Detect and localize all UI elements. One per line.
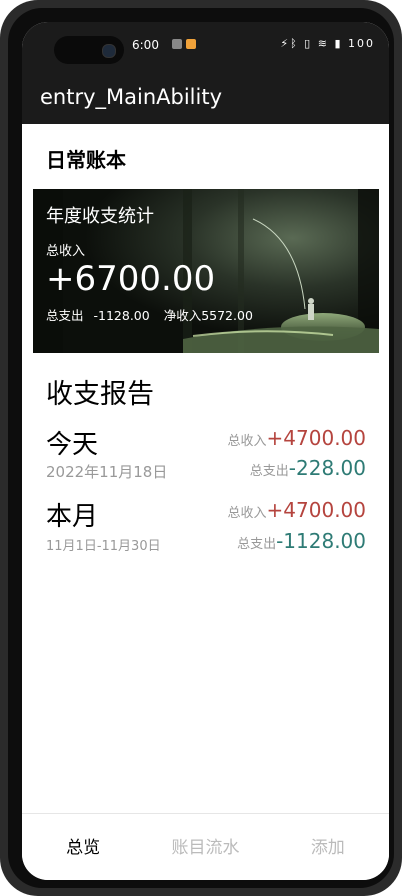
today-income-label: 总收入 bbox=[227, 434, 267, 449]
today-expense-value: -228.00 bbox=[288, 456, 366, 480]
app-notification-icon bbox=[186, 39, 196, 49]
screen: 6:00 ⚡ᛒ ▯ ≋ ▮ 100 entry_MainAbility 日常账本 bbox=[22, 22, 389, 880]
today-income-value: +4700.00 bbox=[266, 426, 366, 450]
month-income: 总收入+4700.00 bbox=[228, 498, 366, 522]
net-income-value: 5572.00 bbox=[201, 308, 253, 323]
tab-transactions[interactable]: 账目流水 bbox=[144, 814, 266, 880]
today-expense: 总支出-228.00 bbox=[250, 456, 366, 480]
today-expense-label: 总支出 bbox=[249, 464, 289, 479]
card-title: 年度收支统计 bbox=[46, 206, 154, 227]
tab-add[interactable]: 添加 bbox=[267, 814, 389, 880]
total-income-value: +6700.00 bbox=[46, 259, 216, 299]
month-expense: 总支出-1128.00 bbox=[237, 529, 366, 553]
camera-lens-icon bbox=[102, 44, 116, 58]
status-bar: 6:00 ⚡ᛒ ▯ ≋ ▮ 100 bbox=[22, 22, 389, 70]
notification-icon bbox=[172, 39, 182, 49]
net-income-label: 净收入 bbox=[163, 308, 202, 323]
month-income-label: 总收入 bbox=[227, 506, 267, 521]
total-expense-value: -1128.00 bbox=[93, 308, 150, 323]
total-expense-label: 总支出 bbox=[46, 308, 84, 323]
total-income-label: 总收入 bbox=[46, 244, 86, 259]
page-title: 日常账本 bbox=[46, 148, 126, 172]
today-date: 2022年11月18日 bbox=[46, 463, 168, 481]
today-income: 总收入+4700.00 bbox=[228, 426, 366, 450]
bottom-tab-bar: 总览 账目流水 添加 bbox=[22, 813, 389, 880]
month-expense-value: -1128.00 bbox=[276, 529, 366, 553]
card-footer: 总支出 -1128.00 净收入5572.00 bbox=[46, 305, 253, 324]
app-title-bar: entry_MainAbility bbox=[22, 70, 389, 124]
today-label: 今天 bbox=[46, 430, 99, 460]
status-time: 6:00 bbox=[132, 38, 159, 52]
status-icons: ⚡ᛒ ▯ ≋ ▮ 100 bbox=[280, 37, 375, 50]
tab-overview[interactable]: 总览 bbox=[22, 814, 144, 880]
month-label: 本月 bbox=[46, 502, 99, 532]
month-date-range: 11月1日-11月30日 bbox=[46, 539, 161, 554]
camera-cutout bbox=[54, 36, 124, 64]
device-frame: 6:00 ⚡ᛒ ▯ ≋ ▮ 100 entry_MainAbility 日常账本 bbox=[0, 0, 402, 896]
report-section-title: 收支报告 bbox=[46, 379, 154, 410]
month-expense-label: 总支出 bbox=[237, 537, 277, 552]
app-title: entry_MainAbility bbox=[40, 85, 223, 109]
annual-summary-card[interactable]: 年度收支统计 总收入 +6700.00 总支出 -1128.00 净收入5572… bbox=[33, 189, 379, 353]
month-income-value: +4700.00 bbox=[266, 498, 366, 522]
